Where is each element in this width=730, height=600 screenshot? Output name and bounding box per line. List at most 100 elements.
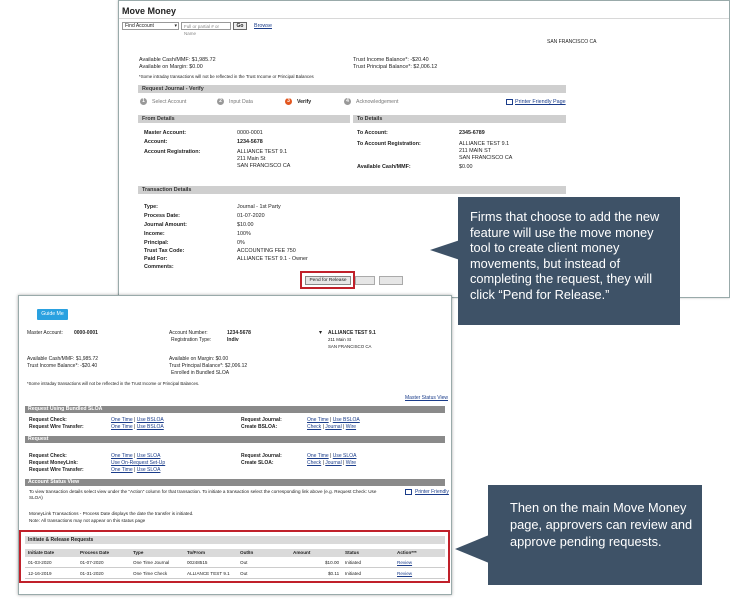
txn-label: Comments: [144,264,174,270]
from-registration-label: Account Registration: [144,149,201,155]
account-search-input[interactable]: Full or partial # or Name [181,22,231,36]
txn-value: 01-07-2020 [237,213,265,219]
request-wire-label: Request Wire Transfer: [29,467,84,473]
to-registration-line1: ALLIANCE TEST 9.1 [459,141,510,147]
find-account-select[interactable]: Find Account [122,22,179,30]
master-account-label: Master Account: [27,330,63,336]
to-cash-value: $0.00 [459,164,473,170]
to-account-label: To Account: [357,130,388,136]
account-name-line3: SAN FRANCISCO CA [328,344,372,349]
secondary-button[interactable] [379,276,403,285]
chevron-down-icon[interactable]: ▾ [319,329,322,336]
on-request-setup-link[interactable]: Use On-Request Set-Up [111,460,165,466]
use-bsloa-link[interactable]: Use BSLOA [137,424,164,430]
wire-link[interactable]: Wire [346,424,356,430]
txn-label: Process Date: [144,213,180,219]
one-time-link[interactable]: One Time [307,453,329,459]
txn-label: Paid For: [144,256,168,262]
from-account-value: 1234-5678 [237,139,263,145]
from-master-value: 0000-0001 [237,130,263,136]
request-header: Request [25,436,445,443]
check-link[interactable]: Check [307,460,321,466]
txn-value: 0% [237,240,245,246]
available-cash: Available Cash/MMF: $1,985.72 [27,356,99,362]
intraday-note: *Some intraday transactions will not be … [139,74,314,79]
request-wire-links: One Time | Use SLOA [111,467,160,473]
available-margin: Available on Margin: $0.00 [169,356,229,362]
bundled-wire-links: One Time | Use BSLOA [111,424,164,430]
create-sloa-links: Check | Journal | Wire [307,460,356,466]
callout-pointer [430,240,460,260]
step-2-icon: 2 [217,98,224,105]
secondary-button[interactable] [355,276,375,285]
go-button[interactable]: Go [233,22,247,30]
link-separator: | [343,460,345,466]
guide-me-button[interactable]: Guide Me [37,309,68,320]
one-time-link[interactable]: One Time [111,453,133,459]
request-check-links: One Time | Use SLOA [111,453,160,459]
link-separator: | [134,417,136,423]
one-time-link[interactable]: One Time [307,417,329,423]
request-moneylink-label: Request MoneyLink: [29,460,78,466]
create-bsloa-label: Create BSLOA: [241,424,278,430]
request-journal-label: Request Journal: [241,417,282,423]
request-check-label: Request Check: [29,417,67,423]
printer-friendly-link[interactable]: Printer Friendly Page [515,99,566,105]
step-1-label: Select Account [152,99,187,105]
link-separator: | [134,453,136,459]
account-number-label: Account Number: [169,330,208,336]
one-time-link[interactable]: One Time [111,417,133,423]
account-number-value: 1234-5678 [227,330,251,336]
one-time-link[interactable]: One Time [111,424,133,430]
txn-label: Income: [144,231,165,237]
callout-pointer [455,535,489,563]
available-margin: Available on Margin: $0.00 [139,64,203,70]
trust-principal: Trust Principal Balance*: $2,006.12 [353,64,438,70]
request-journal-links: One Time | Use SLOA [307,453,356,459]
printer-icon [405,489,412,495]
link-separator: | [322,460,324,466]
to-registration-line2: 211 MAIN ST [459,148,491,154]
link-separator: | [134,467,136,473]
callout-approvers: Then on the main Move Money page, approv… [488,485,702,585]
registration-type-value: Indiv [227,337,239,343]
use-sloa-link[interactable]: Use SLOA [333,453,357,459]
check-link[interactable]: Check [307,424,321,430]
printer-friendly-link[interactable]: Printer Friendly [415,489,449,495]
link-separator: | [330,453,332,459]
available-cash: Available Cash/MMF: $1,985.72 [139,57,216,63]
registration-type-label: Registration Type: [171,337,212,343]
page-title: Move Money [122,6,177,16]
pend-button-highlight [300,271,355,289]
use-bsloa-link[interactable]: Use BSLOA [333,417,360,423]
txn-label: Principal: [144,240,169,246]
master-account-value: 0000-0001 [74,330,98,336]
txn-value: 100% [237,231,251,237]
one-time-link[interactable]: One Time [111,467,133,473]
step-2-label: Input Data [229,99,253,105]
use-sloa-link[interactable]: Use SLOA [137,453,161,459]
to-registration-label: To Account Registration: [357,141,421,147]
to-details-header: To Details [353,115,566,123]
journal-link[interactable]: Journal [325,424,341,430]
wire-link[interactable]: Wire [346,460,356,466]
step-4-label: Acknowledgement [356,99,399,105]
request-journal-label: Request Journal: [241,453,282,459]
link-separator: | [330,417,332,423]
use-bsloa-link[interactable]: Use BSLOA [137,417,164,423]
create-sloa-label: Create SLOA: [241,460,274,466]
status-instructions: To view transaction details select view … [29,489,377,500]
from-account-label: Account: [144,139,168,145]
use-sloa-link[interactable]: Use SLOA [137,467,161,473]
master-status-view-link[interactable]: Master Status View [405,395,448,401]
bundled-sloa-header: Request Using Bundled SLOA [25,406,445,413]
from-registration-line1: ALLIANCE TEST 9.1 [237,149,288,155]
to-cash-label: Available Cash/MMF: [357,164,411,170]
bundled-journal-links: One Time | Use BSLOA [307,417,360,423]
browse-link[interactable]: Browse [254,23,272,29]
step-4-icon: 4 [344,98,351,105]
printer-icon [506,99,513,105]
journal-link[interactable]: Journal [325,460,341,466]
link-separator: | [134,424,136,430]
callout-pend-for-release: Firms that choose to add the new feature… [458,197,680,325]
